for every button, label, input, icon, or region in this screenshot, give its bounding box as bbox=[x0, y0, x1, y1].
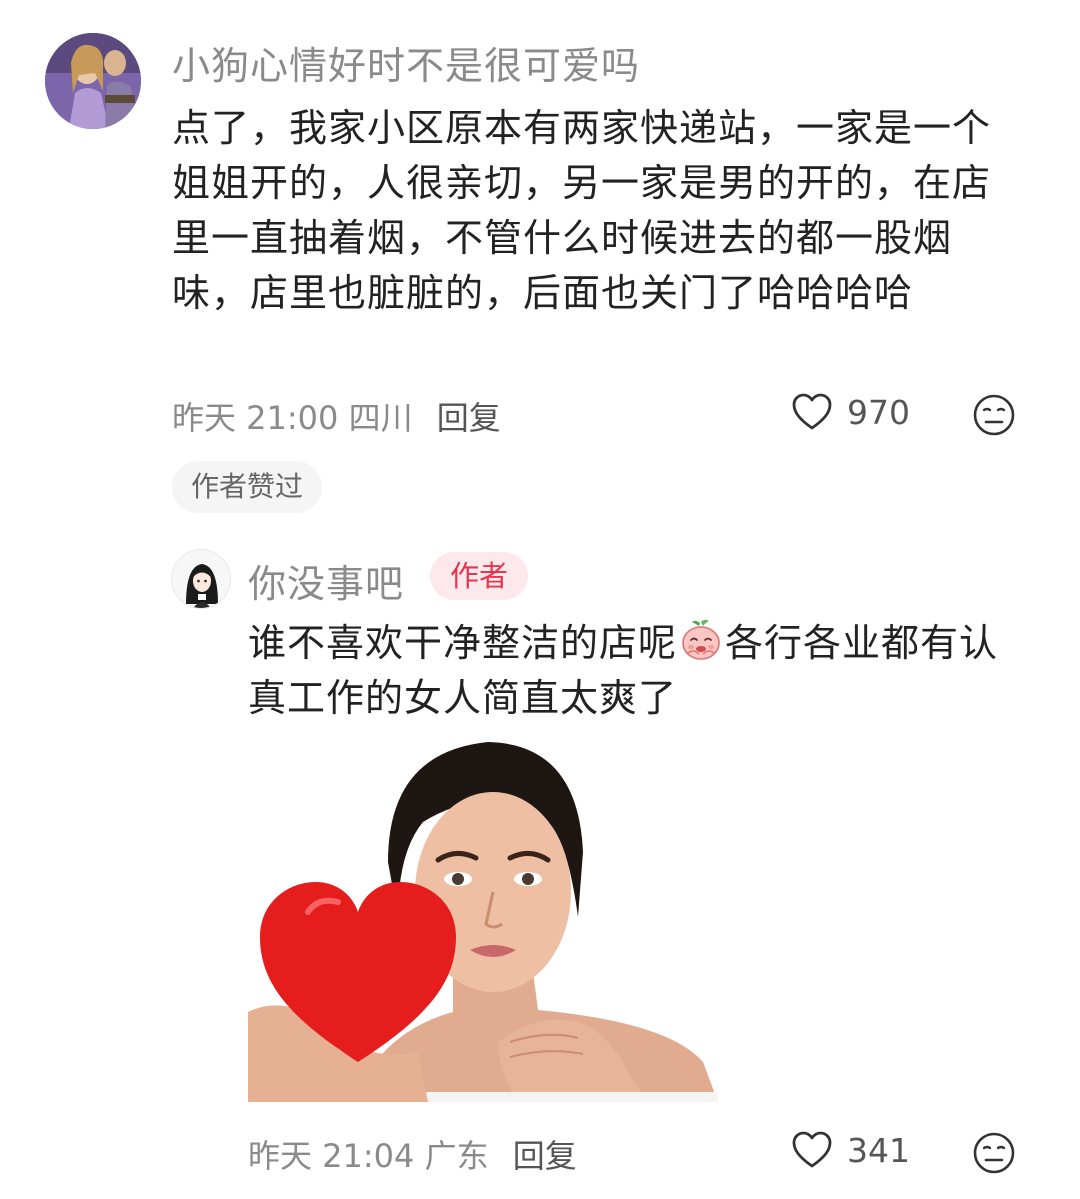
reply-like-count: 341 bbox=[847, 1130, 910, 1170]
reply-emoji-reaction-button[interactable] bbox=[972, 1131, 1016, 1175]
commenter-username[interactable]: 小狗心情好时不是很可爱吗 bbox=[172, 35, 640, 90]
comment-location: 四川 bbox=[348, 399, 413, 437]
reply-text-part-1: 谁不喜欢干净整洁的店呢 bbox=[248, 621, 678, 665]
comment-like-button[interactable]: 970 bbox=[791, 392, 910, 432]
reply-like-button[interactable]: 341 bbox=[791, 1130, 910, 1170]
comment-emoji-reaction-button[interactable] bbox=[972, 393, 1016, 437]
author-badge: 作者 bbox=[430, 552, 529, 600]
comment-reply-button[interactable]: 回复 bbox=[437, 399, 501, 437]
reply-image-woman-holding-heart[interactable] bbox=[248, 742, 718, 1102]
reply-location: 广东 bbox=[424, 1137, 489, 1175]
reply-text: 谁不喜欢干净整洁的店呢 各行各业都有认真工作的女人简直太爽了 bbox=[248, 616, 1028, 726]
comment-meta: 昨天 21:00 四川 回复 bbox=[172, 393, 501, 439]
neutral-face-icon bbox=[973, 394, 1015, 436]
heart-outline-icon bbox=[792, 1131, 832, 1168]
commenter-avatar[interactable] bbox=[45, 33, 141, 129]
reply-username[interactable]: 你没事吧 bbox=[248, 553, 404, 608]
peach-face-emoji bbox=[679, 618, 723, 662]
reply-meta: 昨天 21:04 广东 回复 bbox=[248, 1131, 577, 1177]
comment-text: 点了，我家小区原本有两家快递站，一家是一个姐姐开的，人很亲切，另一家是男的开的，… bbox=[172, 106, 992, 315]
comment-like-count: 970 bbox=[847, 392, 910, 432]
comment-time: 昨天 21:00 bbox=[172, 399, 339, 437]
heart-outline-icon bbox=[792, 393, 832, 430]
reply-time: 昨天 21:04 bbox=[248, 1137, 415, 1175]
reply-reply-button[interactable]: 回复 bbox=[513, 1137, 577, 1175]
author-liked-chip: 作者赞过 bbox=[172, 461, 323, 513]
neutral-face-icon bbox=[973, 1132, 1015, 1174]
reply-avatar[interactable] bbox=[171, 549, 231, 609]
